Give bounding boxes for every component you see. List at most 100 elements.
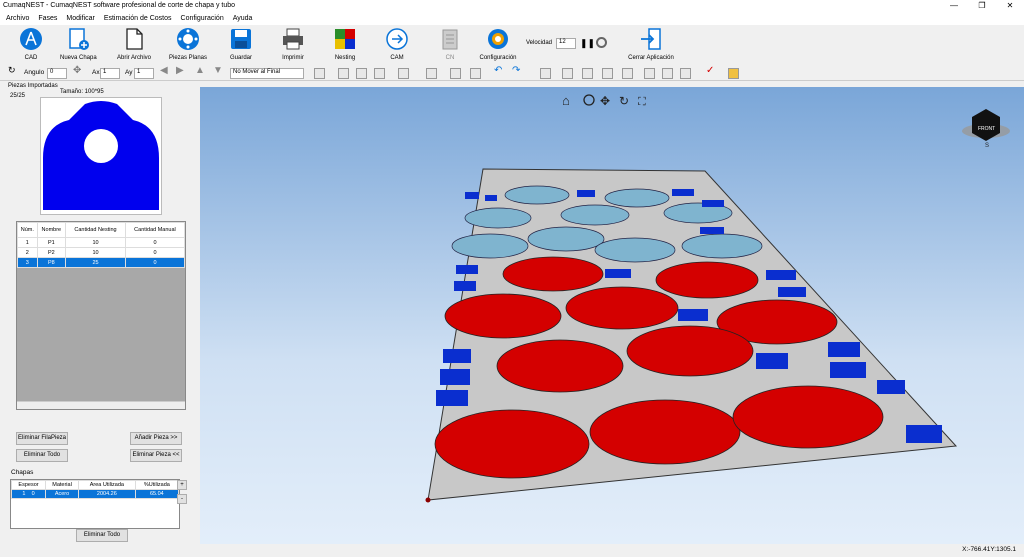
- arrow-left-icon[interactable]: ◀: [160, 65, 168, 76]
- coordinates-readout: X:-766.41Y:1305.1: [962, 546, 1016, 553]
- tool-icon-11[interactable]: [602, 68, 613, 79]
- mover-select[interactable]: No Mover al Final: [230, 68, 304, 79]
- chapas-table: Espesor Material Area Utilizada %Utiliza…: [10, 479, 180, 529]
- origin-marker: [425, 497, 431, 503]
- tool-icon-8[interactable]: [540, 68, 551, 79]
- view-cube[interactable]: FRONT S: [962, 109, 1010, 149]
- table-row-selected[interactable]: 3 P8 25 0: [17, 257, 186, 268]
- title-bar: CumaqNEST - CumaqNEST software profesion…: [0, 0, 1024, 13]
- pen-icon[interactable]: [314, 68, 325, 79]
- cerrar-aplicacion-button[interactable]: Cerrar Aplicación: [626, 27, 676, 61]
- cam-button[interactable]: CAM: [383, 27, 411, 61]
- col-nombre: Nombre: [36, 222, 67, 238]
- tool-icon-5[interactable]: [426, 68, 437, 79]
- chapas-label: Chapas: [11, 469, 34, 476]
- eliminar-todo-chapas-button[interactable]: Eliminar Todo: [76, 529, 128, 542]
- status-bar: X:-766.41Y:1305.1: [0, 544, 1024, 557]
- home-icon: ⌂: [562, 93, 570, 108]
- guardar-button[interactable]: Guardar: [226, 27, 256, 61]
- eliminar-pieza-button[interactable]: Eliminar Pieza <<: [130, 449, 182, 462]
- arrow-down-icon[interactable]: ▼: [213, 65, 223, 76]
- maximize-icon[interactable]: ❐: [968, 0, 996, 13]
- tool-icon-7[interactable]: [470, 68, 481, 79]
- configuracion-button[interactable]: Configuración: [478, 27, 518, 61]
- tool-icon-13[interactable]: [644, 68, 655, 79]
- close-icon[interactable]: ✕: [996, 0, 1024, 13]
- velocidad-label: Velocidad: [526, 40, 553, 46]
- menu-archivo[interactable]: Archivo: [6, 13, 29, 25]
- clipboard-icon: [442, 29, 458, 50]
- remove-chapa-button[interactable]: -: [177, 494, 187, 504]
- tool-icon-15[interactable]: [680, 68, 691, 79]
- table-row-selected[interactable]: 1 0 Acero 2004.26 65.04: [10, 489, 180, 499]
- imprimir-button[interactable]: Imprimir: [278, 27, 308, 61]
- tool-icon-16[interactable]: [728, 68, 739, 79]
- printer-icon: [283, 28, 303, 50]
- nesting-icon: [335, 29, 355, 49]
- tool-icon-9[interactable]: [562, 68, 573, 79]
- ribbon: CAD Nueva Chapa Abrir Archivo Piezas Pla…: [0, 25, 1024, 65]
- tool-icon-6[interactable]: [450, 68, 461, 79]
- menu-ayuda[interactable]: Ayuda: [233, 13, 253, 25]
- tool-icon-12[interactable]: [622, 68, 633, 79]
- stop-icon[interactable]: [596, 37, 607, 48]
- rotate-icon[interactable]: ↻: [8, 65, 16, 76]
- eliminar-fila-button[interactable]: Eliminar FilaPieza: [16, 432, 68, 445]
- add-chapa-button[interactable]: +: [177, 480, 187, 490]
- piezas-count: 25/25: [10, 93, 26, 99]
- move-icon[interactable]: ✥: [73, 65, 81, 76]
- arrow-right-icon[interactable]: ▶: [176, 65, 184, 76]
- tool-icon-4[interactable]: [398, 68, 409, 79]
- menu-modificar[interactable]: Modificar: [66, 13, 94, 25]
- menu-fases[interactable]: Fases: [38, 13, 57, 25]
- nesting-button[interactable]: Nesting: [330, 27, 360, 61]
- arrow-right-circle-icon: [386, 28, 408, 50]
- svg-text:FRONT: FRONT: [978, 126, 995, 132]
- part-preview-shape: [43, 101, 159, 210]
- tool-icon-1[interactable]: [338, 68, 349, 79]
- pan-icon: ✥: [600, 94, 610, 108]
- piezas-planas-button[interactable]: Piezas Planas: [168, 27, 208, 61]
- ay-input[interactable]: 1: [134, 68, 154, 79]
- col-cant-manual: Cantidad Manual: [124, 222, 186, 238]
- left-panel: Piezas Importadas 25/25 Tamaño: 100*95 N…: [5, 82, 191, 552]
- nueva-chapa-button[interactable]: Nueva Chapa: [60, 27, 97, 61]
- table-row[interactable]: 2 P2 10 0: [17, 247, 186, 258]
- cad-button[interactable]: CAD: [16, 27, 46, 61]
- cn-button[interactable]: CN: [436, 27, 464, 61]
- table-row[interactable]: 1 P1 10 0: [17, 237, 186, 248]
- nesting-canvas[interactable]: ⌂ ✥ ↻ ⛶ FRONT S: [200, 87, 1024, 544]
- menu-costos[interactable]: Estimación de Costos: [104, 13, 172, 25]
- col-cant-nesting: Cantidad Nesting: [65, 222, 126, 238]
- menu-configuracion[interactable]: Configuración: [181, 13, 224, 25]
- nesting-viewport[interactable]: ⌂ ✥ ↻ ⛶ FRONT S: [200, 87, 1024, 544]
- tool-icon-3[interactable]: [374, 68, 385, 79]
- undo-icon[interactable]: ↶: [494, 65, 502, 76]
- tool-icon-10[interactable]: [582, 68, 593, 79]
- arrow-up-icon[interactable]: ▲: [195, 65, 205, 76]
- tool-icon-14[interactable]: [662, 68, 673, 79]
- tamano-label: Tamaño: 100*95: [60, 89, 104, 95]
- eliminar-todo-button[interactable]: Eliminar Todo: [16, 449, 68, 462]
- compass-icon: [20, 28, 42, 50]
- horizontal-scrollbar[interactable]: [17, 401, 185, 409]
- pause-icon[interactable]: ❚❚: [580, 38, 595, 49]
- ay-label: Ay: [125, 69, 133, 76]
- angulo-label: Angulo: [24, 69, 45, 76]
- menu-bar: Archivo Fases Modificar Estimación de Co…: [0, 13, 1024, 25]
- new-sheet-icon: [69, 28, 89, 50]
- minimize-icon[interactable]: —: [940, 0, 968, 13]
- orbit-icon: ↻: [619, 94, 629, 108]
- anadir-pieza-button[interactable]: Añadir Pieza >>: [130, 432, 182, 445]
- ax-label: Ax: [92, 69, 100, 76]
- parts-table: Núm. Nombre Cantidad Nesting Cantidad Ma…: [16, 221, 186, 410]
- velocidad-select[interactable]: 12: [556, 38, 576, 49]
- redo-icon[interactable]: ↷: [512, 65, 520, 76]
- tool-icon-2[interactable]: [356, 68, 367, 79]
- fit-icon: ⛶: [638, 96, 646, 108]
- view-cube-icon: [583, 94, 595, 106]
- check-icon[interactable]: ✓: [706, 65, 714, 76]
- ax-input[interactable]: 1: [100, 68, 120, 79]
- angulo-input[interactable]: 0: [47, 68, 67, 79]
- abrir-archivo-button[interactable]: Abrir Archivo: [114, 27, 154, 61]
